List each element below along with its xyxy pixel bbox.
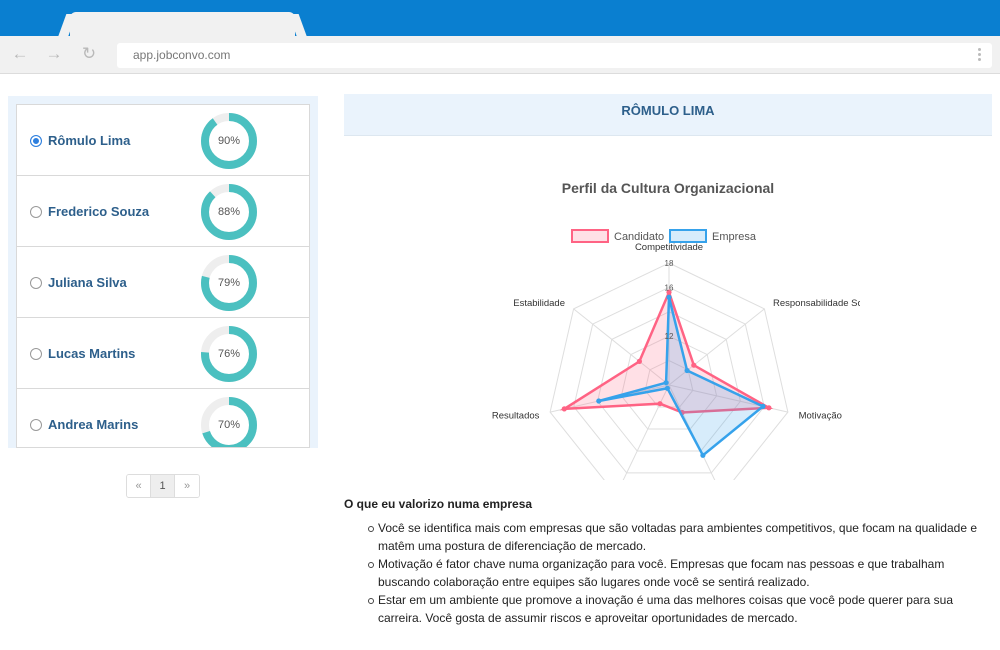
section-title: O que eu valorizo numa empresa xyxy=(344,497,533,511)
candidate-name[interactable]: Rômulo Lima xyxy=(48,133,130,148)
list-item: Você se identifica mais com empresas que… xyxy=(364,519,994,555)
pagination-next[interactable]: » xyxy=(175,475,199,497)
axis-label: Responsabilidade Social xyxy=(773,298,860,309)
pagination: « 1 » xyxy=(126,474,200,498)
candidate-name[interactable]: Lucas Martins xyxy=(48,346,135,361)
candidate-item[interactable]: Andrea Marins 70% xyxy=(17,389,309,447)
browser-titlebar xyxy=(0,0,1000,38)
candidate-header: RÔMULO LIMA xyxy=(344,94,992,136)
data-point xyxy=(664,385,670,391)
radar-chart: Perfil da Cultura OrganizacionalCandidat… xyxy=(492,180,860,480)
pagination-page-1[interactable]: 1 xyxy=(151,475,175,497)
legend-label: Empresa xyxy=(712,231,757,243)
score-percent: 90% xyxy=(217,135,241,147)
candidate-radio[interactable] xyxy=(30,419,42,431)
data-point xyxy=(561,406,567,412)
candidate-radio[interactable] xyxy=(30,206,42,218)
candidate-radio[interactable] xyxy=(30,135,42,147)
list-item: Estar em um ambiente que promove a inova… xyxy=(364,591,994,627)
data-point xyxy=(760,403,766,409)
axis-label: Estabilidade xyxy=(513,298,565,309)
address-bar[interactable]: app.jobconvo.com xyxy=(117,43,992,68)
axis-label: Resultados xyxy=(492,411,540,422)
candidate-panel: Rômulo Lima 90% Frederico Souza 88% Juliana … xyxy=(8,96,318,448)
list-item: Motivação é fator chave numa organização… xyxy=(364,555,994,591)
data-point xyxy=(663,380,669,386)
arrow-right-icon[interactable]: → xyxy=(44,44,64,64)
candidate-name[interactable]: Juliana Silva xyxy=(48,275,127,290)
candidate-item[interactable]: Rômulo Lima 90% xyxy=(17,105,309,176)
score-percent: 88% xyxy=(217,206,241,218)
data-point xyxy=(636,358,642,364)
axis-label: Competitividade xyxy=(635,242,703,253)
tick-label: 16 xyxy=(665,283,674,292)
legend-swatch xyxy=(669,229,707,243)
browser-tab[interactable] xyxy=(70,12,295,38)
tick-label: 18 xyxy=(665,259,674,268)
more-vert-icon[interactable] xyxy=(978,47,982,63)
score-percent: 76% xyxy=(217,348,241,360)
axis-label: Motivação xyxy=(799,411,842,422)
pagination-prev[interactable]: « xyxy=(127,475,151,497)
tick-label: 12 xyxy=(665,332,674,341)
data-point xyxy=(684,367,690,374)
data-point xyxy=(766,405,772,411)
candidate-item[interactable]: Juliana Silva 79% xyxy=(17,247,309,318)
score-percent: 79% xyxy=(217,277,241,289)
chart-title: Perfil da Cultura Organizacional xyxy=(562,180,774,196)
data-point xyxy=(657,401,663,407)
candidate-radio[interactable] xyxy=(30,277,42,289)
candidate-item[interactable]: Frederico Souza 88% xyxy=(17,176,309,247)
reload-icon[interactable]: ↻ xyxy=(79,44,99,64)
candidate-name[interactable]: Frederico Souza xyxy=(48,204,149,219)
candidate-radio[interactable] xyxy=(30,348,42,360)
arrow-left-icon[interactable]: ← xyxy=(10,44,30,64)
data-point xyxy=(700,452,706,458)
url-text: app.jobconvo.com xyxy=(133,48,231,62)
score-percent: 70% xyxy=(217,419,241,431)
data-point xyxy=(691,362,697,368)
candidate-item[interactable]: Lucas Martins 76% xyxy=(17,318,309,389)
data-point xyxy=(596,398,602,404)
candidate-name[interactable]: Andrea Marins xyxy=(48,417,138,432)
candidate-list: Rômulo Lima 90% Frederico Souza 88% Juliana … xyxy=(16,104,310,448)
values-list: Você se identifica mais com empresas que… xyxy=(364,519,994,627)
data-point xyxy=(666,294,672,300)
candidate-title: RÔMULO LIMA xyxy=(621,103,715,118)
legend-swatch xyxy=(571,229,609,243)
